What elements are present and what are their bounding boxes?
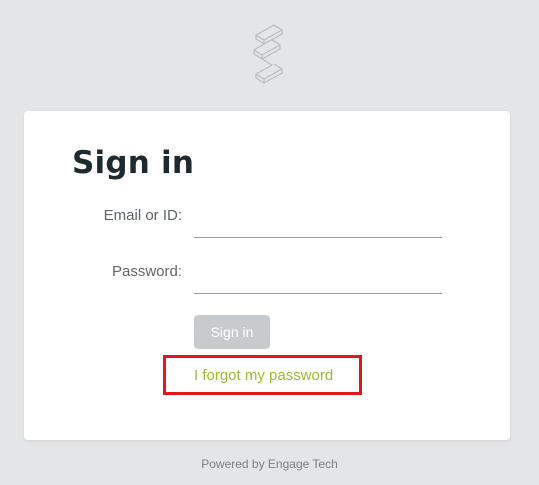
page-title: Sign in — [72, 145, 195, 181]
signin-card: Sign in Email or ID: Password: Sign in I… — [24, 111, 510, 440]
password-label: Password: — [111, 263, 182, 280]
engage-tech-logo-icon — [253, 24, 283, 84]
forgot-password-link[interactable]: I forgot my password — [194, 367, 333, 384]
password-field[interactable] — [194, 266, 442, 294]
sign-in-button[interactable]: Sign in — [194, 315, 270, 349]
footer-credit: Powered by Engage Tech — [201, 457, 338, 471]
email-label: Email or ID: — [103, 207, 182, 224]
logo — [246, 22, 290, 88]
email-field[interactable] — [194, 210, 442, 238]
